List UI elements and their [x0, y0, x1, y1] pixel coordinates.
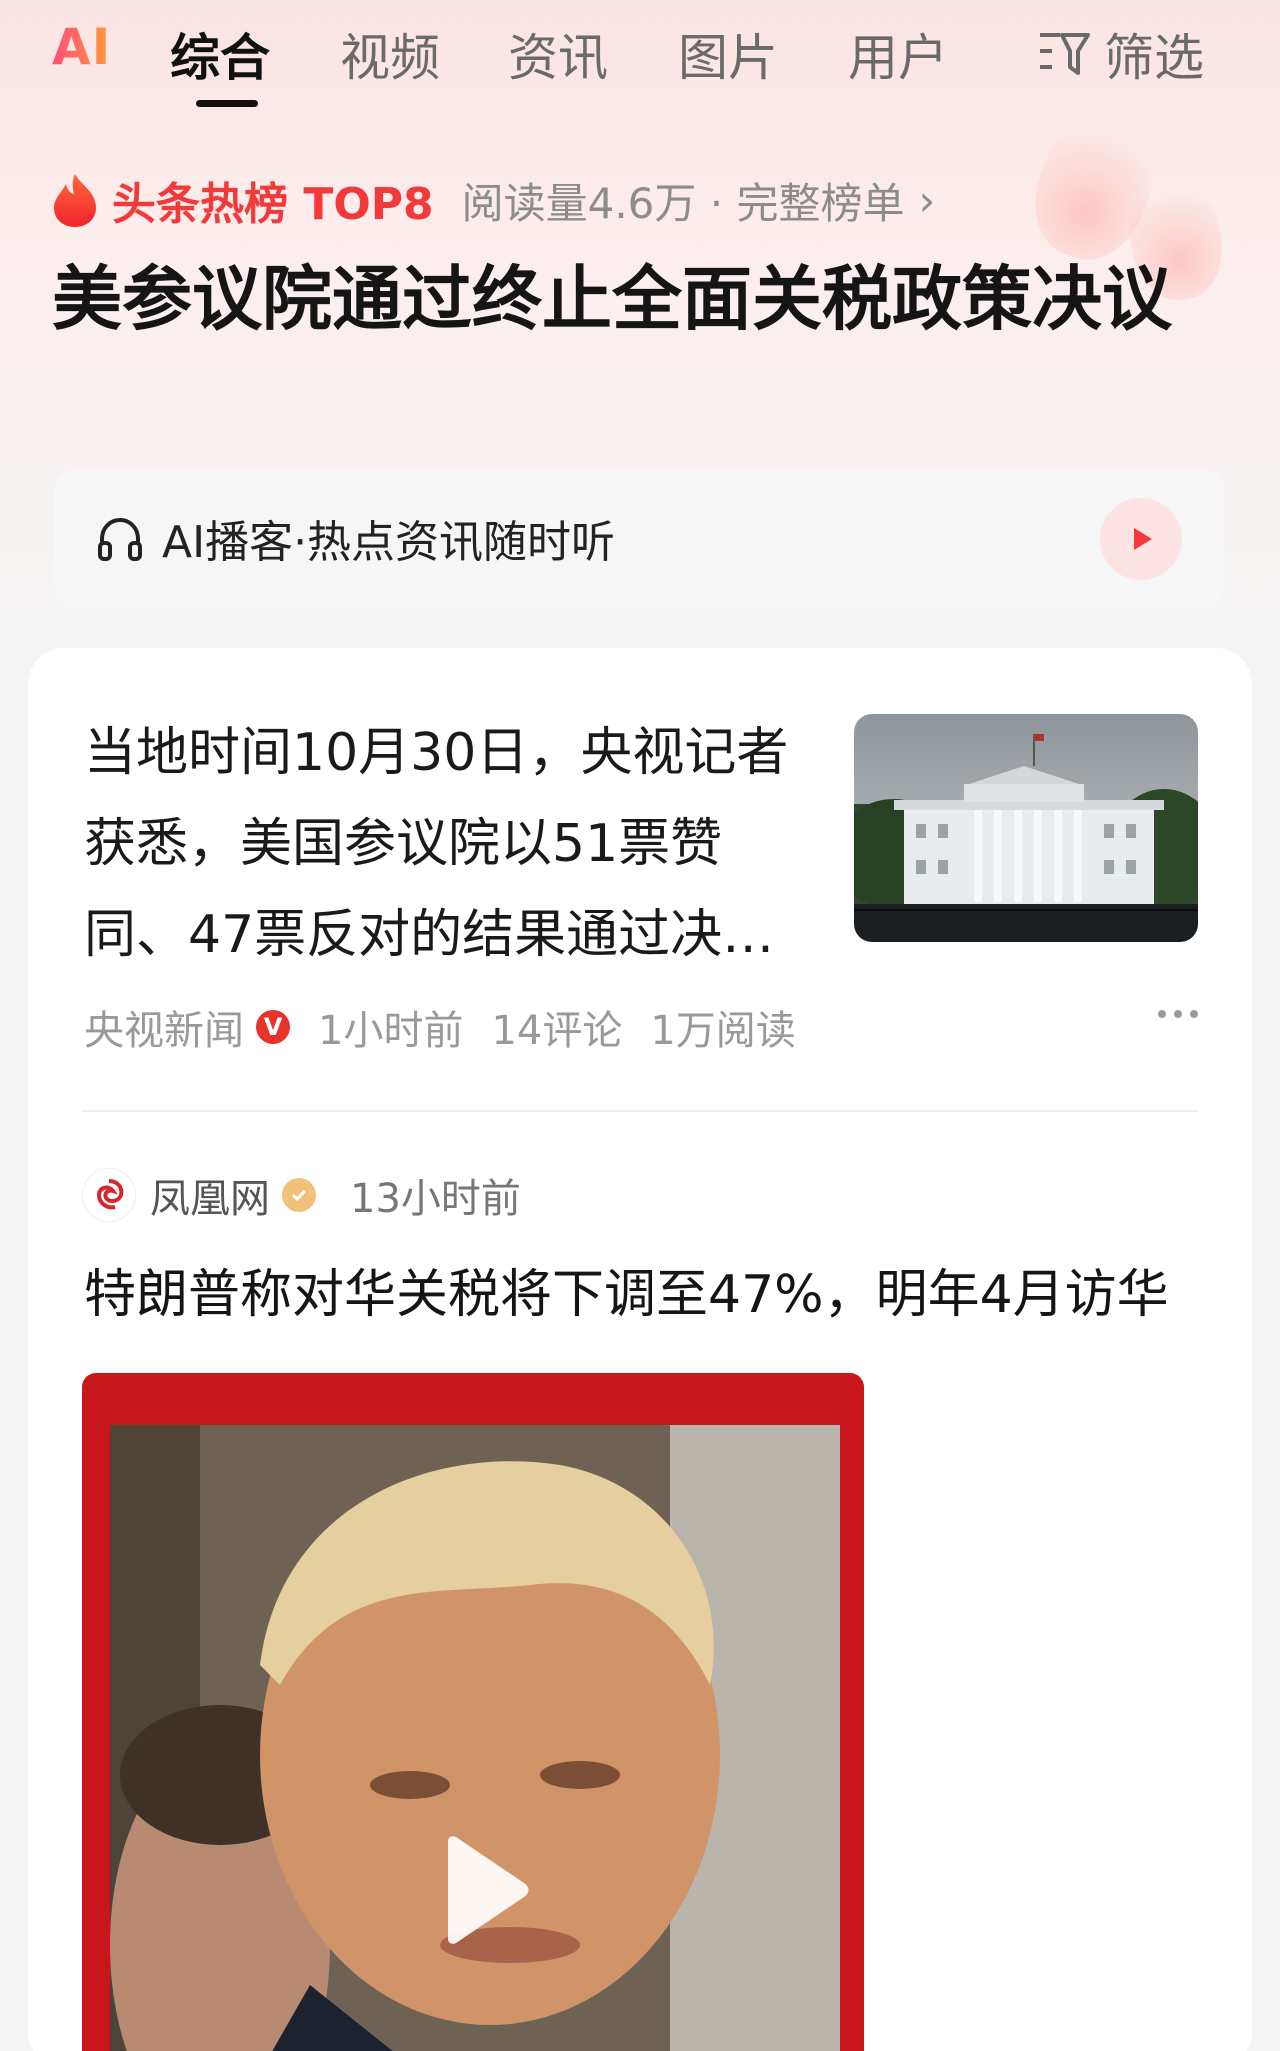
hot-headline[interactable]: 美参议院通过终止全面关税政策决议	[52, 248, 1202, 350]
tab-images[interactable]: 图片	[678, 18, 778, 90]
chevron-right-icon: ›	[918, 175, 936, 225]
video-thumbnail[interactable]	[82, 1373, 864, 2051]
podcast-play-button[interactable]	[1100, 498, 1182, 580]
filter-icon	[1040, 33, 1090, 75]
active-tab-indicator	[196, 100, 258, 107]
news-meta: 央视新闻 V 1小时前 14评论 1万阅读	[84, 998, 796, 1056]
more-options-icon[interactable]	[1158, 1010, 1198, 1018]
white-house-image	[854, 714, 1198, 942]
person-photo	[110, 1425, 840, 2051]
podcast-label: AI播客·热点资讯随时听	[162, 517, 616, 568]
tab-ai[interactable]: AI	[52, 18, 111, 76]
tab-users[interactable]: 用户	[848, 18, 948, 90]
tab-video[interactable]: 视频	[340, 18, 440, 90]
filter-label: 筛选	[1104, 29, 1204, 87]
news-source[interactable]: 央视新闻	[84, 998, 244, 1056]
certified-badge-icon	[282, 1178, 316, 1212]
source-name[interactable]: 凤凰网	[150, 1166, 270, 1224]
source-row: 凤凰网 13小时前	[82, 1166, 521, 1224]
hot-list-link[interactable]: 头条热榜 TOP8 阅读量4.6万 · 完整榜单 ›	[52, 168, 935, 232]
tab-comprehensive[interactable]: 综合	[170, 18, 270, 90]
news-time: 1小时前	[318, 1008, 464, 1054]
tab-news[interactable]: 资讯	[508, 18, 608, 90]
video-frame	[110, 1425, 840, 2051]
search-tab-bar: AI 综合 视频 资讯 图片 用户 筛选	[0, 0, 1280, 120]
news-reads: 1万阅读	[650, 1008, 796, 1054]
verified-badge-icon: V	[256, 1010, 290, 1044]
ai-podcast-bar[interactable]: AI播客·热点资讯随时听	[54, 470, 1224, 606]
hot-list-title: 头条热榜 TOP8	[112, 179, 434, 230]
source-time: 13小时前	[350, 1176, 521, 1222]
news-summary[interactable]: 当地时间10月30日，央视记者获悉，美国参议院以51票赞同、47票反对的结果通过…	[84, 708, 824, 981]
news-title[interactable]: 特朗普称对华关税将下调至47%，明年4月访华	[84, 1252, 1169, 1327]
news-comments: 14评论	[491, 1008, 623, 1054]
result-card: 当地时间10月30日，央视记者获悉，美国参议院以51票赞同、47票反对的结果通过…	[28, 648, 1252, 2051]
filter-button[interactable]: 筛选	[1036, 18, 1204, 90]
news-thumbnail[interactable]	[854, 714, 1198, 942]
flame-icon	[54, 174, 96, 227]
divider	[82, 1110, 1198, 1112]
ifeng-logo-icon[interactable]	[82, 1168, 136, 1222]
hot-list-meta: 阅读量4.6万 · 完整榜单	[461, 178, 905, 228]
play-icon	[1134, 528, 1152, 550]
video-play-icon[interactable]	[440, 1835, 530, 1945]
headphones-icon	[98, 517, 142, 561]
